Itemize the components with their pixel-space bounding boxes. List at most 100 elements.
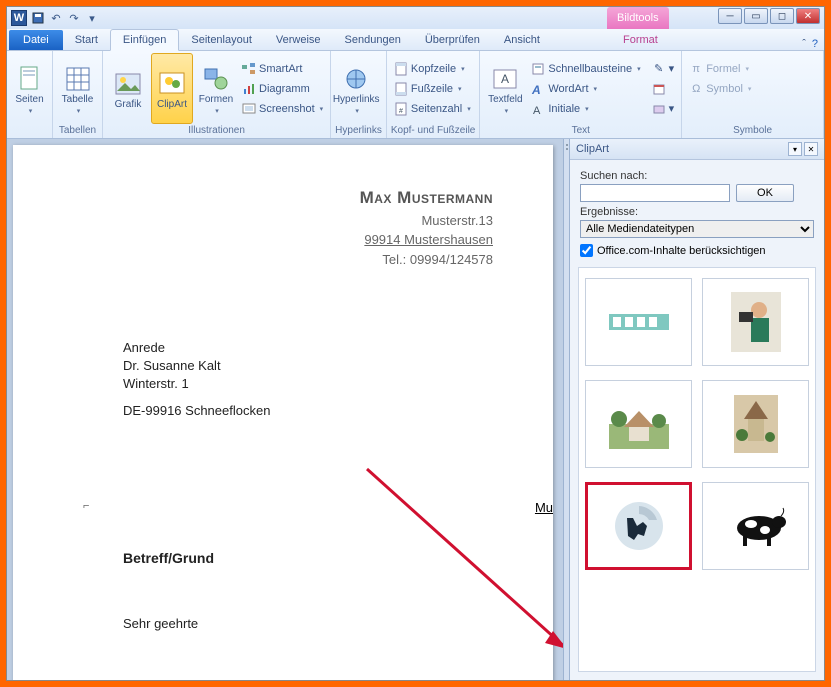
tab-marker: ⌐ [83, 500, 89, 512]
tab-seitenlayout[interactable]: Seitenlayout [179, 30, 264, 50]
tabelle-button[interactable]: Tabelle [57, 53, 98, 124]
media-type-select[interactable]: Alle Mediendateitypen [580, 220, 814, 238]
seiten-button[interactable]: Seiten [11, 53, 48, 124]
tab-ueberpruefen[interactable]: Überprüfen [413, 30, 492, 50]
textfeld-button[interactable]: A Textfeld [484, 53, 526, 124]
work-area: Max Mustermann Musterstr.13 99914 Muster… [7, 139, 824, 680]
greeting-line: Sehr geehrte [123, 616, 493, 631]
search-input[interactable] [580, 184, 730, 202]
clipart-thumb-runners[interactable] [585, 482, 692, 570]
illustrationen-group-label: Illustrationen [107, 124, 326, 138]
clipart-task-pane: ClipArt ▾ ✕ Suchen nach: OK Ergebnisse: … [569, 139, 824, 680]
ribbon: Seiten Tabelle Tabellen Grafik [7, 51, 824, 139]
clipart-icon [158, 70, 186, 98]
schnellbausteine-button[interactable]: Schnellbausteine [528, 59, 643, 79]
sender-street: Musterstr.13 [123, 211, 493, 231]
clipart-results[interactable] [578, 267, 816, 672]
sender-city: 99914 Mustershausen [123, 230, 493, 250]
save-icon[interactable] [31, 11, 45, 25]
tab-einfuegen[interactable]: Einfügen [110, 29, 179, 51]
clipart-thumb-house1[interactable] [585, 380, 692, 468]
screenshot-icon [242, 102, 256, 116]
quickparts-icon [531, 62, 545, 76]
datetime-button[interactable] [649, 79, 678, 99]
datetime-icon [652, 82, 666, 96]
signature-button[interactable]: ✎▾ [649, 59, 678, 79]
help-icon[interactable]: ? [812, 38, 818, 50]
wordart-icon: A [531, 82, 545, 96]
qat-dropdown-icon[interactable]: ▾ [85, 11, 99, 25]
addr-salutation: Anrede [123, 339, 493, 357]
formel-button[interactable]: πFormel [686, 59, 754, 79]
minimize-ribbon-icon[interactable]: ˆ [802, 38, 806, 50]
text-group-label: Text [484, 124, 677, 138]
sender-tel: Tel.: 09994/124578 [123, 250, 493, 270]
hyperlink-icon [342, 65, 370, 93]
initiale-button[interactable]: AInitiale [528, 99, 643, 119]
seitenzahl-button[interactable]: #Seitenzahl [391, 99, 474, 119]
footer-icon [394, 82, 408, 96]
screenshot-button[interactable]: Screenshot [239, 99, 326, 119]
diagramm-button[interactable]: Diagramm [239, 79, 326, 99]
subject-line: Betreff/Grund [123, 550, 493, 566]
addr-name: Dr. Susanne Kalt [123, 357, 493, 375]
title-bar: W ↶ ↷ ▾ Bildtools ─ ▭ ◻ ✕ [7, 7, 824, 29]
results-label: Ergebnisse: [580, 206, 814, 218]
office-content-checkbox[interactable] [580, 244, 593, 257]
hyperlinks-button[interactable]: Hyperlinks [335, 53, 377, 124]
wordart-button[interactable]: AWordArt [528, 79, 643, 99]
clipart-button[interactable]: ClipArt [151, 53, 193, 124]
undo-icon[interactable]: ↶ [49, 11, 63, 25]
tab-format[interactable]: Format [611, 30, 670, 50]
pane-title: ClipArt [576, 143, 786, 155]
document-viewport[interactable]: Max Mustermann Musterstr.13 99914 Muster… [7, 139, 563, 680]
svg-text:#: # [399, 108, 403, 115]
ribbon-tabs: Datei Start Einfügen Seitenlayout Verwei… [7, 29, 824, 51]
fusszeile-button[interactable]: Fußzeile [391, 79, 474, 99]
formen-button[interactable]: Formen [195, 53, 237, 124]
svg-text:A: A [531, 83, 541, 95]
grafik-button[interactable]: Grafik [107, 53, 149, 124]
word-app-icon[interactable]: W [11, 10, 27, 26]
addr-street: Winterstr. 1 [123, 375, 493, 393]
minimize-button[interactable]: ─ [718, 8, 742, 24]
sender-name: Max Mustermann [123, 185, 493, 211]
tab-start[interactable]: Start [63, 30, 110, 50]
svg-text:A: A [533, 105, 541, 115]
tab-ansicht[interactable]: Ansicht [492, 30, 552, 50]
symbol-button[interactable]: ΩSymbol [686, 79, 754, 99]
search-label: Suchen nach: [580, 170, 814, 182]
tab-sendungen[interactable]: Sendungen [333, 30, 413, 50]
maximize-button[interactable]: ◻ [770, 8, 794, 24]
smartart-button[interactable]: SmartArt [239, 59, 326, 79]
signature-icon: ✎ [652, 62, 666, 76]
window-controls: ─ ▭ ◻ ✕ [718, 8, 820, 24]
clipart-thumb-house2[interactable] [702, 380, 809, 468]
svg-text:A: A [501, 72, 509, 86]
clipart-thumb-filmstrip[interactable] [585, 278, 692, 366]
clipart-thumb-cow[interactable] [702, 482, 809, 570]
clipart-thumb-photographer[interactable] [702, 278, 809, 366]
pane-menu-icon[interactable]: ▾ [788, 142, 802, 156]
smartart-icon [242, 62, 256, 76]
equation-icon: π [689, 62, 703, 76]
document-page: Max Mustermann Musterstr.13 99914 Muster… [13, 145, 553, 680]
tabellen-group-label: Tabellen [57, 124, 98, 138]
object-button[interactable]: ▾ [649, 99, 678, 119]
picture-tools-tab: Bildtools [607, 7, 669, 29]
close-button[interactable]: ✕ [796, 8, 820, 24]
chart-icon [242, 82, 256, 96]
hyperlinks-group-label: Hyperlinks [335, 124, 382, 138]
page-icon [16, 65, 44, 93]
kopfzeile-button[interactable]: Kopfzeile [391, 59, 474, 79]
redo-icon[interactable]: ↷ [67, 11, 81, 25]
file-tab[interactable]: Datei [9, 30, 63, 50]
symbole-group-label: Symbole [686, 124, 819, 138]
tab-verweise[interactable]: Verweise [264, 30, 333, 50]
search-ok-button[interactable]: OK [736, 184, 794, 202]
header-icon [394, 62, 408, 76]
pane-close-icon[interactable]: ✕ [804, 142, 818, 156]
restore-button[interactable]: ▭ [744, 8, 768, 24]
object-icon [652, 102, 666, 116]
office-content-label: Office.com-Inhalte berücksichtigen [597, 245, 766, 257]
